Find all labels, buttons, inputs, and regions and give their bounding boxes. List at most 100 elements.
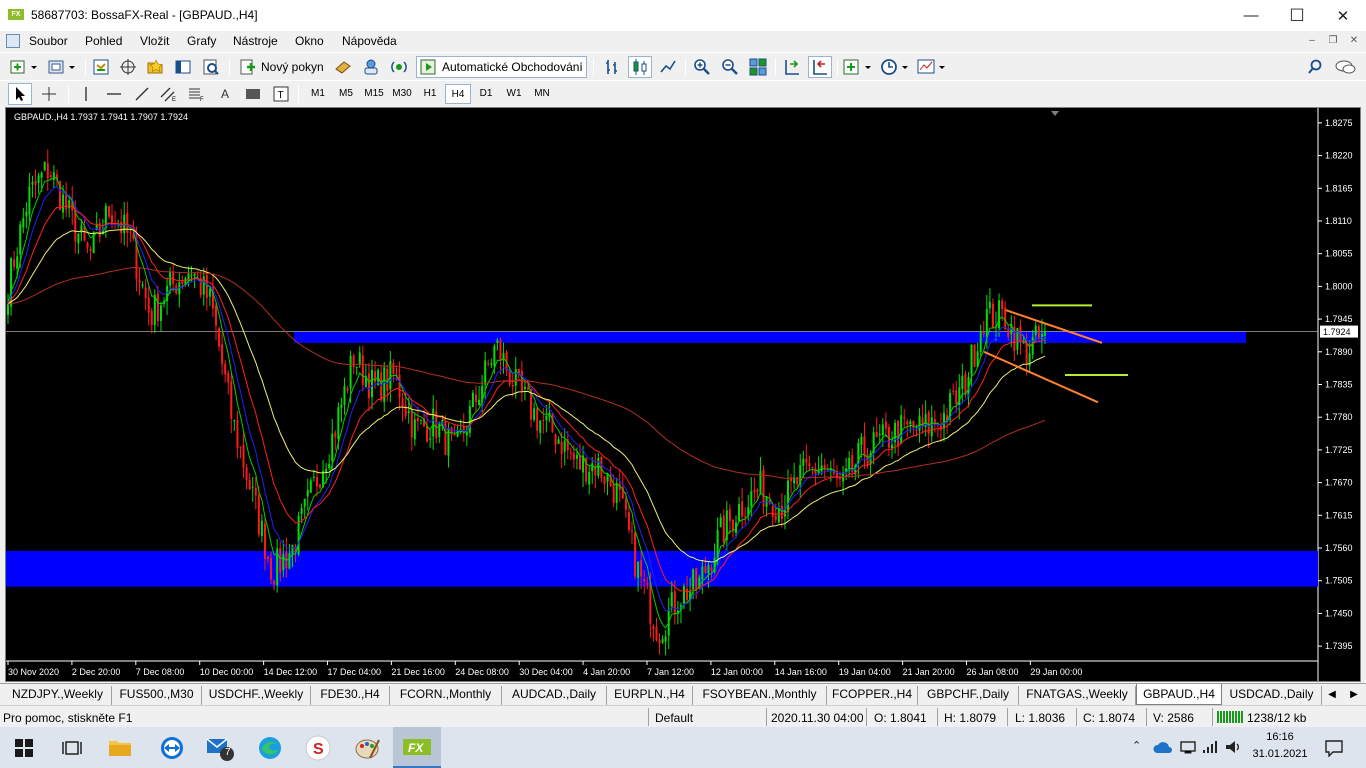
mdi-close-button[interactable]: ✕: [1347, 34, 1361, 48]
wifi-signal-icon[interactable]: [1202, 739, 1220, 755]
clock-time[interactable]: 16:16: [1250, 731, 1310, 743]
mdi-minimize-button[interactable]: –: [1305, 34, 1319, 48]
search-icon[interactable]: [1304, 56, 1326, 78]
timeframe-h1[interactable]: H1: [417, 84, 443, 104]
menu-grafy[interactable]: Grafy: [187, 34, 216, 48]
notifications-icon[interactable]: [1325, 739, 1343, 757]
app-s-button[interactable]: S: [294, 727, 342, 768]
navigator-icon[interactable]: [144, 56, 166, 78]
strategy-tester-icon[interactable]: [200, 56, 222, 78]
channel-lower-trendline: [983, 350, 1099, 404]
mail-button[interactable]: 7: [196, 727, 244, 768]
bar-chart-icon[interactable]: [600, 56, 624, 78]
show-hidden-icons-icon[interactable]: ⌃: [1132, 739, 1141, 752]
profiles-icon[interactable]: [46, 56, 80, 78]
tab-fde30-h4[interactable]: FDE30.,H4: [311, 686, 390, 705]
tab-audcad-daily[interactable]: AUDCAD.,Daily: [502, 686, 607, 705]
zoom-out-icon[interactable]: [718, 56, 742, 78]
close-button[interactable]: ✕: [1320, 0, 1366, 31]
tab-eurpln-h4[interactable]: EURPLN.,H4: [607, 686, 693, 705]
clock-date[interactable]: 31.01.2021: [1250, 748, 1310, 760]
candle-body: [398, 374, 401, 398]
tab-gbpaud-h4[interactable]: GBPAUD.,H4: [1136, 684, 1222, 705]
menu-napoveda[interactable]: Nápověda: [342, 34, 397, 48]
volume-icon[interactable]: [1225, 740, 1243, 754]
price-tick-label: 1.7945: [1325, 314, 1353, 324]
timeframe-m1[interactable]: M1: [305, 84, 331, 104]
tab-fus500-m30[interactable]: FUS500.,M30: [112, 686, 202, 705]
timeframe-h4[interactable]: H4: [445, 84, 471, 104]
timeframe-mn[interactable]: MN: [529, 84, 555, 104]
maximize-button[interactable]: ☐: [1274, 0, 1320, 31]
candle-body: [270, 558, 273, 580]
periods-icon[interactable]: [879, 56, 913, 78]
market-watch-icon[interactable]: [90, 56, 112, 78]
trendline-icon[interactable]: [130, 83, 154, 105]
bossafx-button[interactable]: FX: [393, 727, 441, 768]
crosshair-icon[interactable]: [37, 83, 61, 105]
teamviewer-button[interactable]: [148, 727, 196, 768]
indicators-icon[interactable]: [842, 56, 876, 78]
file-explorer-button[interactable]: [96, 727, 144, 768]
status-profile[interactable]: Default: [655, 711, 693, 725]
timeframe-m15[interactable]: M15: [361, 84, 387, 104]
time-tick-label: 21 Dec 16:00: [391, 667, 445, 677]
timeframe-m5[interactable]: M5: [333, 84, 359, 104]
global-variables-icon[interactable]: [359, 56, 383, 78]
network-adapter-icon[interactable]: [1179, 740, 1197, 754]
onedrive-cloud-icon[interactable]: [1153, 740, 1173, 754]
timeframe-m30[interactable]: M30: [389, 84, 415, 104]
tab-usdcad-daily[interactable]: USDCAD.,Daily: [1222, 686, 1322, 705]
menu-okno[interactable]: Okno: [295, 34, 324, 48]
text-label-icon[interactable]: [241, 83, 265, 105]
mdi-restore-button[interactable]: ❐: [1326, 34, 1340, 48]
horizontal-line-icon[interactable]: [102, 83, 126, 105]
standard-toolbar: Nový pokyn Automatické Obchodování: [0, 52, 1366, 80]
menu-soubor[interactable]: Soubor: [29, 34, 68, 48]
tab-fnatgas-weekly[interactable]: FNATGAS.,Weekly: [1019, 686, 1136, 705]
tab-scroll-right-button[interactable]: ▶: [1344, 686, 1364, 705]
paint-button[interactable]: [344, 727, 392, 768]
task-view-button[interactable]: [48, 727, 96, 768]
tab-fcorn-monthly[interactable]: FCORN.,Monthly: [390, 686, 502, 705]
timeframe-w1[interactable]: W1: [501, 84, 527, 104]
text-icon[interactable]: A: [213, 83, 237, 105]
timeframe-d1[interactable]: D1: [473, 84, 499, 104]
data-window-icon[interactable]: [117, 56, 139, 78]
zoom-in-icon[interactable]: [690, 56, 714, 78]
templates-icon[interactable]: [916, 56, 950, 78]
chart-canvas[interactable]: 1.8275 1.8220 1.8165 1.8110 1.8055 1.8000 1.79…: [6, 108, 1360, 681]
menu-nastroje[interactable]: Nástroje: [233, 34, 278, 48]
terminal-icon[interactable]: [172, 56, 194, 78]
chart-shift-icon[interactable]: [780, 56, 804, 78]
candle-body: [973, 344, 976, 367]
chat-icon[interactable]: [1333, 56, 1359, 78]
new-chart-icon[interactable]: [8, 56, 42, 78]
minimize-button[interactable]: —: [1228, 0, 1274, 31]
child-window-icon[interactable]: [6, 34, 20, 48]
menu-pohled[interactable]: Pohled: [85, 34, 122, 48]
edge-button[interactable]: [246, 727, 294, 768]
equidistant-channel-icon[interactable]: E: [157, 83, 181, 105]
start-button[interactable]: [0, 727, 48, 768]
candlestick-chart-icon[interactable]: [628, 56, 652, 78]
metaeditor-icon[interactable]: [331, 56, 355, 78]
tab-fcopper-h4[interactable]: FCOPPER.,H4: [827, 686, 918, 705]
vertical-line-icon[interactable]: [75, 83, 97, 105]
menu-vlozit[interactable]: Vložit: [140, 34, 169, 48]
fibonacci-retracement-icon[interactable]: F: [185, 83, 209, 105]
line-chart-icon[interactable]: [656, 56, 680, 78]
auto-scroll-icon[interactable]: [808, 56, 832, 78]
new-order-button[interactable]: Nový pokyn: [236, 56, 327, 78]
tile-windows-icon[interactable]: [746, 56, 770, 78]
arrows-icon[interactable]: T: [269, 83, 293, 105]
tab-gbpchf-daily[interactable]: GBPCHF.,Daily: [918, 686, 1019, 705]
auto-trading-button[interactable]: Automatické Obchodování: [416, 56, 587, 78]
price-chart[interactable]: 1.8275 1.8220 1.8165 1.8110 1.8055 1.8000 1.79…: [5, 107, 1361, 682]
tab-nzdjpy-weekly[interactable]: NZDJPY.,Weekly: [4, 686, 112, 705]
tab-usdchf-weekly[interactable]: USDCHF.,Weekly: [202, 686, 311, 705]
tab-scroll-left-button[interactable]: ◀: [1322, 686, 1342, 705]
signals-icon[interactable]: [387, 56, 411, 78]
cursor-icon[interactable]: [8, 83, 32, 105]
tab-fsoybean-monthly[interactable]: FSOYBEAN.,Monthly: [693, 686, 827, 705]
